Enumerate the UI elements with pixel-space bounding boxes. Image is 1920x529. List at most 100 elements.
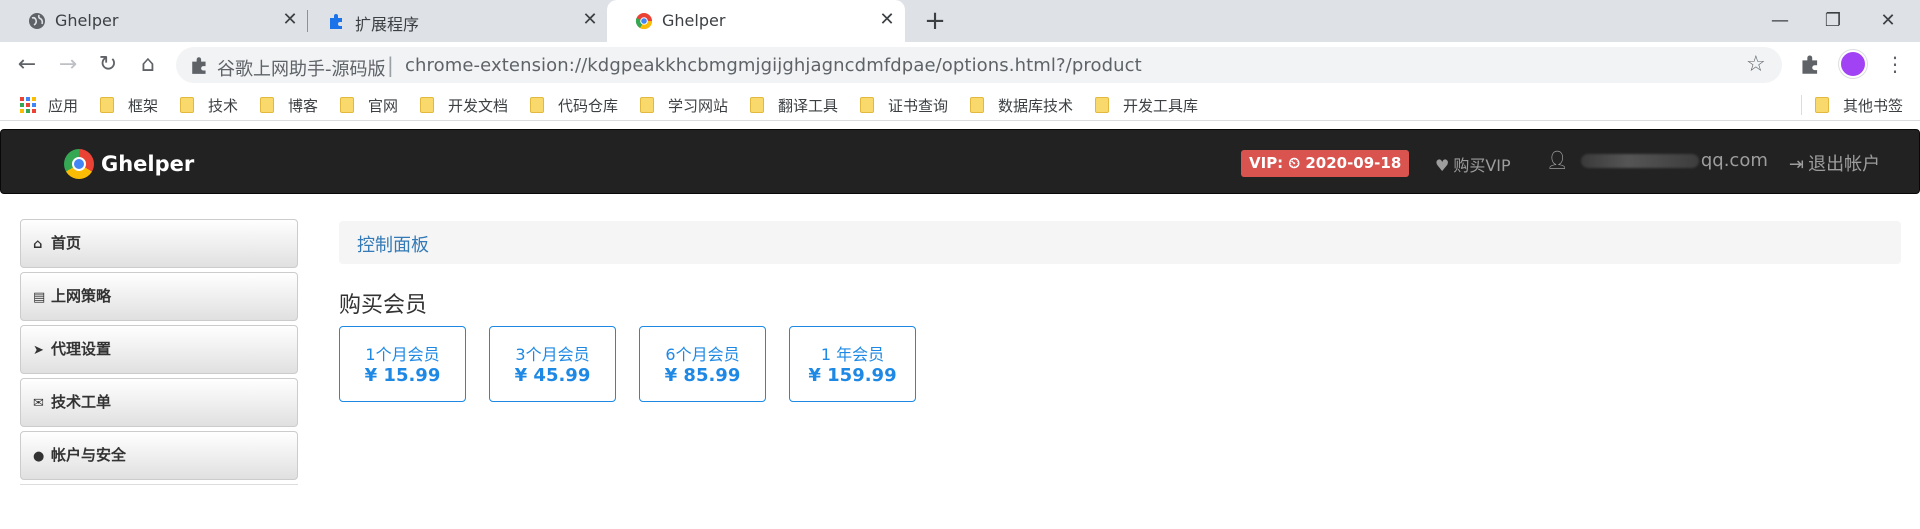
folder-icon: [340, 97, 354, 113]
folder-icon: [860, 97, 874, 113]
tab-extensions[interactable]: 扩展程序 ✕: [300, 0, 605, 42]
ghelper-logo-icon: [64, 149, 94, 179]
chrome-icon: [635, 13, 653, 30]
plan-card-1-month[interactable]: 1个月会员 ¥ 15.99: [339, 326, 466, 402]
tab-title: 扩展程序: [355, 15, 420, 34]
forward-arrow-icon[interactable]: →: [54, 51, 82, 79]
breadcrumb-link[interactable]: 控制面板: [357, 231, 429, 257]
sidebar-item-home[interactable]: ⌂ 首页: [20, 219, 298, 268]
puzzle-icon: [330, 14, 342, 29]
bookmark-folder[interactable]: 学习网站: [640, 94, 728, 116]
puzzle-icon: [192, 57, 206, 74]
bookmark-folder[interactable]: 技术: [180, 94, 238, 116]
window-close-button[interactable]: ✕: [1873, 6, 1903, 36]
logout-label: 退出帐户: [1808, 154, 1881, 175]
bookmark-folder[interactable]: 开发工具库: [1095, 94, 1198, 116]
reload-icon[interactable]: ↻: [94, 51, 122, 79]
sidebar-item-policy[interactable]: ▤ 上网策略: [20, 272, 298, 321]
folder-icon: [100, 97, 114, 113]
bookmark-folder[interactable]: 数据库技术: [970, 94, 1073, 116]
page-title: 购买会员: [339, 293, 428, 318]
sidebar: ⌂ 首页 ▤ 上网策略 ➤ 代理设置 ✉ 技术工单 ● 帐户与安全: [20, 219, 298, 485]
extensions-puzzle-icon[interactable]: [1800, 53, 1822, 75]
kebab-menu-icon[interactable]: ⋮: [1885, 50, 1905, 78]
plan-name: 1个月会员: [365, 345, 440, 364]
logout-link[interactable]: ⇥ 退出帐户: [1789, 150, 1880, 176]
bookmarks-bar: 应用 框架 技术 博客 官网 开发文档 代码仓库 学习网站 翻译工具 证书查询 …: [0, 87, 1920, 121]
heart-icon: ♥: [1435, 156, 1450, 175]
bookmark-label: 代码仓库: [558, 96, 619, 115]
buy-vip-label: 购买VIP: [1453, 156, 1511, 175]
bookmark-folder[interactable]: 代码仓库: [530, 94, 618, 116]
globe-icon: [29, 13, 45, 29]
omnibox-separator: |: [387, 53, 394, 77]
bookmark-folder[interactable]: 翻译工具: [750, 94, 838, 116]
sidebar-item-label: 技术工单: [51, 393, 112, 411]
star-icon[interactable]: ☆: [1746, 52, 1766, 77]
buy-vip-link[interactable]: ♥ 购买VIP: [1435, 152, 1511, 176]
bookmark-folder[interactable]: 框架: [100, 94, 158, 116]
sidebar-item-tickets[interactable]: ✉ 技术工单: [20, 378, 298, 427]
bookmark-label: 其他书签: [1843, 96, 1904, 115]
site-label: 谷歌上网助手-源码版: [217, 59, 386, 80]
sidebar-item-proxy[interactable]: ➤ 代理设置: [20, 325, 298, 374]
bookmark-label: 开发文档: [448, 96, 509, 115]
minimize-button[interactable]: —: [1765, 6, 1795, 36]
sidebar-item-account[interactable]: ● 帐户与安全: [20, 431, 298, 480]
address-bar[interactable]: 谷歌上网助手-源码版 | chrome-extension://kdgpeakk…: [176, 47, 1782, 83]
user-icon: 👤︎: [1546, 150, 1569, 171]
tab-ghelper-1[interactable]: Ghelper ✕: [0, 0, 305, 42]
bookmark-other[interactable]: 其他书签: [1815, 94, 1903, 116]
folder-icon: [1095, 97, 1109, 113]
url-text[interactable]: chrome-extension://kdgpeakkhcbmgmjgijghj…: [405, 55, 1142, 76]
user-icon: ●: [33, 449, 45, 464]
bookmark-label: 应用: [48, 96, 79, 115]
plan-price: ¥ 45.99: [514, 365, 591, 386]
back-arrow-icon[interactable]: ←: [13, 51, 41, 79]
sidebar-item-label: 代理设置: [51, 340, 112, 358]
bookmark-folder[interactable]: 博客: [260, 94, 318, 116]
plan-price: ¥ 85.99: [664, 365, 741, 386]
folder-icon: [970, 97, 984, 113]
folder-icon: [750, 97, 764, 113]
bookmark-folder[interactable]: 开发文档: [420, 94, 508, 116]
folder-icon: [1815, 97, 1829, 113]
profile-avatar[interactable]: [1839, 50, 1867, 78]
bookmark-label: 官网: [368, 96, 399, 115]
bookmark-folder[interactable]: 官网: [340, 94, 398, 116]
folder-icon: [530, 97, 544, 113]
breadcrumb: 控制面板: [339, 221, 1901, 264]
folder-icon: [640, 97, 654, 113]
folder-icon: [180, 97, 194, 113]
sidebar-item-label: 上网策略: [51, 287, 112, 305]
tab-ghelper-active[interactable]: Ghelper ✕: [607, 0, 905, 42]
app-navbar: Ghelper VIP: ⏲ 2020-09-18 ♥ 购买VIP 👤︎ qq.co…: [0, 129, 1920, 194]
plan-card-1-year[interactable]: 1 年会员 ¥ 159.99: [789, 326, 916, 402]
logout-icon: ⇥: [1789, 154, 1805, 175]
brand-name[interactable]: Ghelper: [101, 152, 194, 176]
close-icon[interactable]: ✕: [580, 10, 600, 30]
folder-icon: [420, 97, 434, 113]
home-icon[interactable]: ⌂: [134, 51, 162, 79]
bookmarks-separator: [1801, 95, 1802, 115]
bookmark-label: 学习网站: [668, 96, 729, 115]
plan-name: 6个月会员: [665, 345, 740, 364]
apps-icon: [20, 97, 36, 113]
bookmark-label: 证书查询: [888, 96, 949, 115]
bookmark-label: 开发工具库: [1123, 96, 1199, 115]
close-icon[interactable]: ✕: [877, 10, 897, 30]
bookmark-apps[interactable]: 应用: [20, 94, 78, 116]
plan-card-6-month[interactable]: 6个月会员 ¥ 85.99: [639, 326, 766, 402]
home-icon: ⌂: [33, 237, 43, 252]
list-icon: ▤: [33, 290, 46, 305]
plan-name: 3个月会员: [515, 345, 590, 364]
user-account-link[interactable]: 👤︎ qq.com: [1546, 150, 1768, 171]
restore-button[interactable]: ❐: [1818, 6, 1848, 36]
send-icon: ➤: [33, 343, 44, 358]
bookmark-label: 数据库技术: [998, 96, 1074, 115]
bookmark-folder[interactable]: 证书查询: [860, 94, 948, 116]
close-icon[interactable]: ✕: [280, 10, 300, 30]
new-tab-button[interactable]: +: [922, 8, 948, 34]
vip-badge: VIP: ⏲ 2020-09-18: [1241, 150, 1410, 177]
plan-card-3-month[interactable]: 3个月会员 ¥ 45.99: [489, 326, 616, 402]
